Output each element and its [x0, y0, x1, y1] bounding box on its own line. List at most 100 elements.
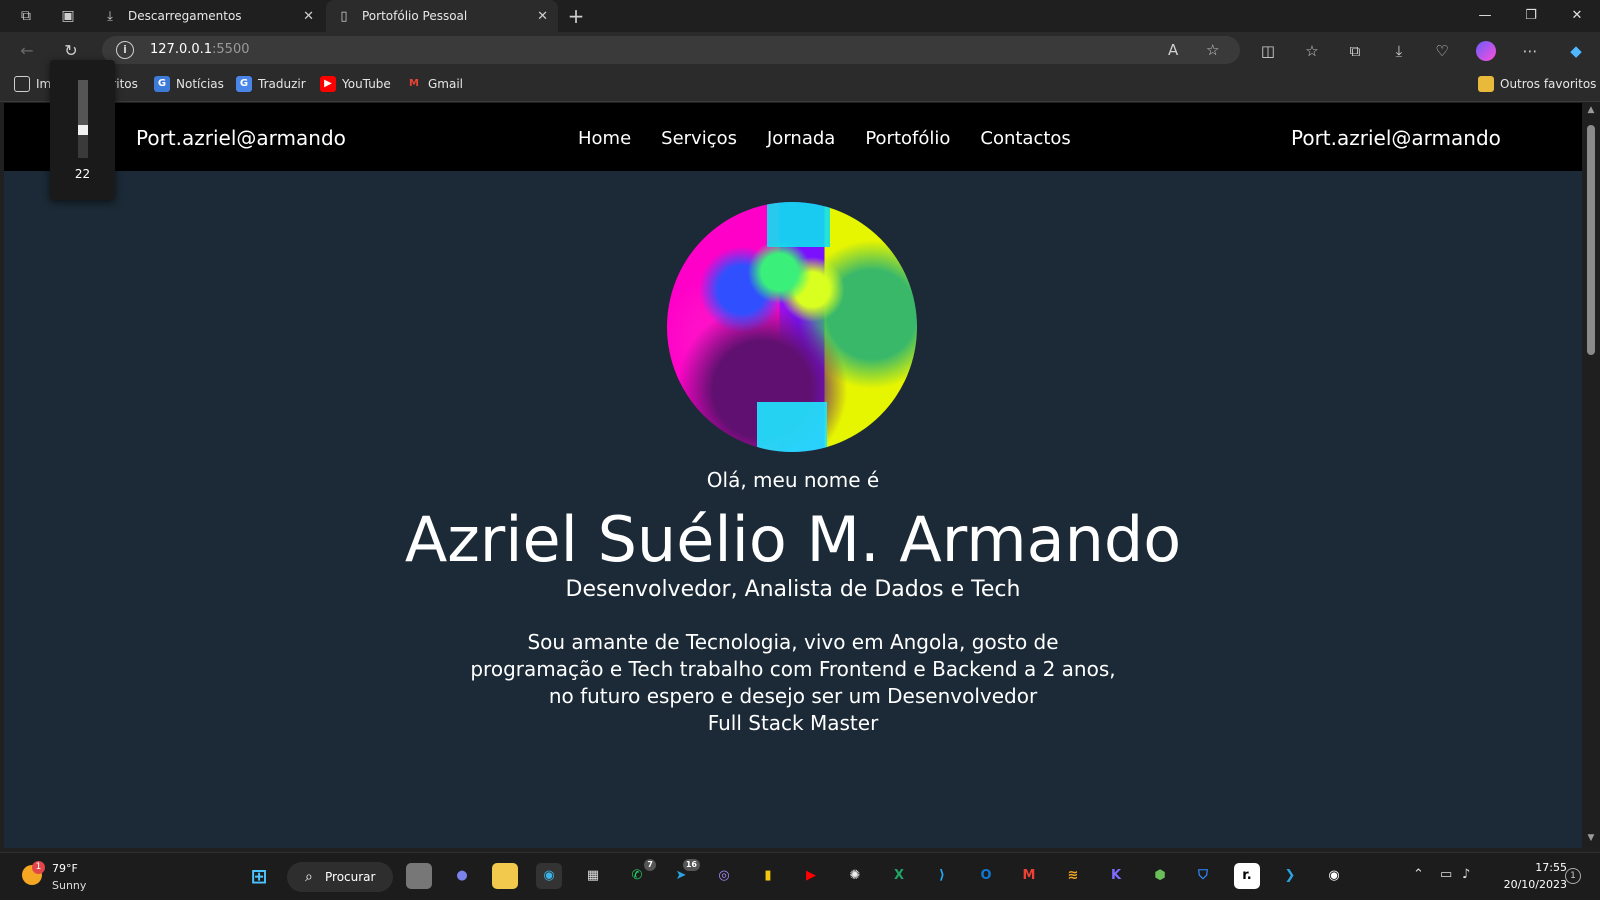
outlook-icon[interactable]: O — [973, 863, 999, 889]
browser-essentials-icon[interactable]: ♡ — [1432, 41, 1452, 61]
replit-icon[interactable]: r. — [1234, 863, 1260, 889]
telegram-icon[interactable]: ➤ 16 — [668, 859, 700, 889]
power-bi-icon[interactable]: ▮ — [755, 863, 781, 889]
page-scrollbar[interactable]: ▲ ▼ — [1582, 103, 1600, 848]
taskbar-search[interactable]: ⌕ Procurar — [287, 862, 393, 892]
greeting: Olá, meu nome é — [706, 468, 880, 492]
new-tab-icon[interactable]: + — [566, 6, 586, 26]
nav-contacts[interactable]: Contactos — [980, 128, 1070, 149]
vscode-icon[interactable]: ⟩ — [929, 863, 955, 889]
tab-actions-icon[interactable]: ▣ — [58, 6, 78, 26]
nav-home[interactable]: Home — [578, 128, 631, 149]
downloads-icon[interactable]: ⤓ — [1389, 41, 1409, 61]
nav-journey[interactable]: Jornada — [767, 128, 835, 149]
site-logo-right[interactable]: Port.azriel@armando — [1291, 126, 1501, 150]
folder-icon — [1478, 76, 1494, 92]
bookmark-translate[interactable]: G Traduzir — [236, 76, 306, 92]
profile-image — [667, 202, 917, 452]
site-info-icon[interactable]: i — [116, 41, 134, 59]
workspaces-icon[interactable]: ⧉ — [16, 6, 36, 26]
scroll-up-icon[interactable]: ▲ — [1585, 105, 1597, 115]
tab-label: Descarregamentos — [128, 9, 242, 23]
bio-line: no futuro espero e desejo ser um Desenvo… — [548, 684, 1038, 708]
split-screen-icon[interactable]: ◫ — [1258, 41, 1278, 61]
nav-services[interactable]: Serviços — [661, 128, 737, 149]
restore-icon[interactable]: ❐ — [1508, 0, 1554, 32]
page-icon: ▯ — [340, 8, 348, 24]
bookmark-news[interactable]: G Notícias — [154, 76, 224, 92]
address-toolbar: ← ↻ i 127.0.0.1:5500 A ☆ ◫ ☆ ⧉ ⤓ ♡ ⋯ ◆ — [0, 32, 1600, 68]
copilot-icon[interactable]: ◆ — [1566, 41, 1586, 61]
whatsapp-icon[interactable]: ✆ 7 — [624, 859, 656, 889]
weather-badge: 1 — [32, 861, 45, 874]
close-icon[interactable]: ✕ — [537, 9, 548, 24]
clock-time[interactable]: 17:55 — [1507, 861, 1567, 874]
close-window-icon[interactable]: ✕ — [1554, 0, 1600, 32]
page-viewport: Port.azriel@armando Home Serviços Jornad… — [4, 103, 1582, 848]
site-logo[interactable]: Port.azriel@armando — [136, 126, 346, 150]
translate-icon: G — [236, 76, 252, 92]
volume-icon[interactable]: ♪ — [1462, 867, 1470, 882]
bitwarden-icon[interactable]: ⛉ — [1190, 863, 1216, 889]
hero-bio: Sou amante de Tecnologia, vivo em Angola… — [443, 629, 1143, 737]
other-favorites-label: Outros favoritos — [1500, 77, 1597, 91]
favorites-icon[interactable]: ☆ — [1302, 41, 1322, 61]
nodejs-icon[interactable]: ⬢ — [1147, 863, 1173, 889]
whatsapp-badge: 7 — [644, 859, 656, 871]
favorite-star-icon[interactable]: ☆ — [1206, 41, 1219, 59]
hero-role: Desenvolvedor, Analista de Dados e Tech — [565, 577, 1021, 602]
youtube-app-icon[interactable]: ▶ — [798, 863, 824, 889]
github-icon[interactable]: ◎ — [711, 863, 737, 889]
browser-tab-bar: ⧉ ▣ ⤓ Descarregamentos ✕ ▯ Portofólio Pe… — [0, 0, 1600, 32]
teams-chat-icon[interactable]: ● — [449, 863, 475, 889]
task-view-icon[interactable] — [406, 863, 432, 889]
volume-fill — [78, 135, 88, 158]
bookmark-label: Gmail — [428, 77, 464, 91]
sublime-icon[interactable]: ≋ — [1060, 863, 1086, 889]
gmail-icon: M — [409, 78, 419, 89]
flutter-icon[interactable]: ❯ — [1277, 863, 1303, 889]
search-label: Procurar — [325, 870, 376, 884]
volume-slider[interactable] — [78, 80, 88, 158]
scroll-thumb[interactable] — [1587, 125, 1595, 355]
volume-value: 22 — [74, 167, 91, 181]
address-bar[interactable]: i 127.0.0.1:5500 A ☆ — [102, 36, 1240, 64]
nav-portfolio[interactable]: Portofólio — [865, 128, 950, 149]
bookmark-gmail[interactable]: M Gmail — [406, 76, 463, 92]
collections-icon[interactable]: ⧉ — [1345, 41, 1365, 61]
bookmark-youtube[interactable]: ▶ YouTube — [320, 76, 391, 92]
youtube-icon: ▶ — [320, 76, 336, 92]
file-explorer-icon[interactable] — [492, 863, 518, 889]
edge-browser-icon[interactable]: ◉ — [536, 863, 562, 889]
tab-downloads[interactable]: ⤓ Descarregamentos ✕ — [92, 0, 324, 32]
tray-overflow-icon[interactable]: ⌃ — [1413, 867, 1424, 882]
refresh-icon[interactable]: ↻ — [60, 40, 82, 62]
main-nav: Home Serviços Jornada Portofólio Contact… — [578, 128, 1101, 149]
tab-portfolio[interactable]: ▯ Portofólio Pessoal ✕ — [326, 0, 558, 32]
url-text[interactable]: 127.0.0.1:5500 — [150, 42, 250, 57]
gmail-app-icon[interactable]: M — [1016, 863, 1042, 889]
clock-date[interactable]: 20/10/2023 — [1497, 878, 1567, 891]
scroll-down-icon[interactable]: ▼ — [1585, 833, 1597, 843]
excel-icon[interactable]: X — [886, 863, 912, 889]
back-icon[interactable]: ← — [16, 40, 38, 62]
profile-avatar-icon[interactable] — [1476, 41, 1496, 61]
network-icon[interactable]: ▭ — [1440, 867, 1452, 882]
read-aloud-icon[interactable]: A — [1168, 41, 1178, 59]
other-favorites[interactable]: Outros favoritos — [1478, 76, 1596, 92]
weather-condition[interactable]: Sunny — [52, 879, 86, 892]
weather-temp[interactable]: 79°F — [52, 862, 78, 875]
media-player-icon[interactable]: ◉ — [1321, 863, 1347, 889]
volume-thumb[interactable] — [78, 125, 88, 135]
bio-line: Full Stack Master — [707, 711, 879, 735]
more-options-icon[interactable]: ⋯ — [1520, 41, 1540, 61]
bookmark-label: Notícias — [176, 77, 224, 91]
notification-badge[interactable]: 1 — [1565, 868, 1581, 884]
chatgpt-icon[interactable]: ✺ — [842, 863, 868, 889]
close-icon[interactable]: ✕ — [303, 9, 314, 24]
kotlin-icon[interactable]: K — [1103, 863, 1129, 889]
minimize-icon[interactable]: — — [1462, 0, 1508, 32]
ms-store-icon[interactable]: ▦ — [580, 863, 606, 889]
start-windows-icon[interactable]: ⊞ — [246, 863, 272, 889]
tab-label: Portofólio Pessoal — [362, 9, 468, 23]
